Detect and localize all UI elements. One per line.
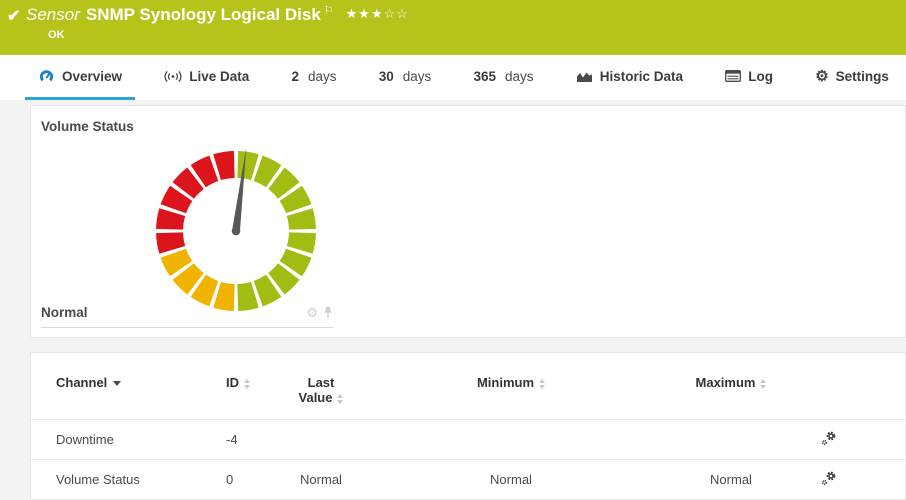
column-header-channel[interactable]: Channel <box>31 353 226 420</box>
priority-stars[interactable]: ★★★☆☆ <box>346 6 409 21</box>
channel-row-volume-status[interactable]: Volume Status 0 Normal Normal Normal <box>31 460 906 500</box>
tab-30-days-number: 30 <box>379 69 394 84</box>
tab-365-days-number: 365 <box>474 69 497 84</box>
sensor-name[interactable]: SNMP Synology Logical Disk <box>86 5 321 24</box>
tab-2-days[interactable]: 2 days <box>278 55 349 100</box>
column-header-last-label: Last <box>276 375 366 390</box>
tab-historic-data[interactable]: Historic Data <box>563 55 696 100</box>
channel-id-cell: -4 <box>226 420 276 460</box>
gear-icon: ⚙ <box>815 69 828 84</box>
sort-desc-caret-icon <box>113 381 121 386</box>
gauge-segment <box>287 208 316 229</box>
log-list-icon <box>725 70 741 82</box>
channel-table-header-row: Channel ID Last Value Minimum Maximum <box>31 353 906 420</box>
gauge-icon <box>38 69 55 84</box>
gauge-segment <box>237 151 258 180</box>
sensor-tabbar: Overview Live Data 2 days 30 days 365 da… <box>0 55 906 100</box>
gauge-needle-hub <box>232 227 241 236</box>
column-header-value-label: Value <box>299 390 333 405</box>
channel-minimum-cell: Normal <box>366 460 656 500</box>
channel-last-value-cell: Normal <box>276 460 366 500</box>
column-header-maximum[interactable]: Maximum <box>656 353 806 420</box>
column-header-minimum-label: Minimum <box>477 375 534 390</box>
sensor-status-header: ✔ Sensor SNMP Synology Logical Disk⚐ ★★★☆☆… <box>0 0 906 55</box>
priority-flag-icon[interactable]: ⚐ <box>324 5 334 17</box>
column-header-channel-label: Channel <box>56 375 107 390</box>
sensor-title-row: Sensor SNMP Synology Logical Disk⚐ ★★★☆☆ <box>26 5 409 25</box>
gauge-segment <box>287 232 316 253</box>
column-header-id-label: ID <box>226 375 239 390</box>
column-header-last-value[interactable]: Last Value <box>276 353 366 420</box>
tab-log[interactable]: Log <box>712 55 786 100</box>
column-header-maximum-label: Maximum <box>696 375 756 390</box>
gauge-footer-divider <box>41 327 333 328</box>
gauge-footer: Normal ⚙ <box>41 305 333 320</box>
pin-icon[interactable] <box>323 306 333 319</box>
gauge-status-label: Normal <box>41 305 88 320</box>
gauge-segment <box>213 151 234 180</box>
gauge-segment <box>156 208 185 229</box>
tab-live-data[interactable]: Live Data <box>151 55 262 100</box>
gauge-panel-title: Volume Status <box>41 119 134 134</box>
tab-settings[interactable]: ⚙ Settings <box>802 55 902 100</box>
tab-365-days[interactable]: 365 days <box>461 55 547 100</box>
tab-2-days-unit: days <box>308 69 337 84</box>
sort-toggle-icon <box>539 379 545 389</box>
channel-table: Channel ID Last Value Minimum Maximum <box>31 353 906 499</box>
tab-historic-data-label: Historic Data <box>600 69 683 84</box>
tab-log-label: Log <box>748 69 773 84</box>
channel-name-cell[interactable]: Volume Status <box>31 460 226 500</box>
channel-maximum-cell <box>656 420 806 460</box>
channel-last-value-cell <box>276 420 366 460</box>
sort-toggle-icon <box>337 394 343 404</box>
area-chart-icon <box>576 70 593 83</box>
channel-maximum-cell: Normal <box>656 460 806 500</box>
volume-status-gauge <box>151 146 321 316</box>
channel-minimum-cell <box>366 420 656 460</box>
gauge-segment <box>156 232 185 253</box>
tab-settings-label: Settings <box>836 69 889 84</box>
tab-live-data-label: Live Data <box>189 69 249 84</box>
sort-toggle-icon <box>244 379 250 389</box>
volume-status-gauge-panel: Volume Status Normal ⚙ <box>30 105 906 338</box>
tab-30-days[interactable]: 30 days <box>366 55 445 100</box>
column-header-id[interactable]: ID <box>226 353 276 420</box>
sort-toggle-icon <box>760 379 766 389</box>
column-header-minimum[interactable]: Minimum <box>366 353 656 420</box>
tab-365-days-unit: days <box>505 69 534 84</box>
live-signal-icon <box>164 70 182 83</box>
sensor-status-text: OK <box>48 29 65 41</box>
channel-settings-gears-icon[interactable] <box>818 429 840 447</box>
channel-name-cell[interactable]: Downtime <box>31 420 226 460</box>
channel-row-downtime[interactable]: Downtime -4 <box>31 420 906 460</box>
channel-table-panel: Channel ID Last Value Minimum Maximum <box>30 352 906 500</box>
gauge-settings-gear-icon[interactable]: ⚙ <box>306 306 318 319</box>
tab-overview[interactable]: Overview <box>25 55 135 100</box>
status-ok-check-icon: ✔ <box>7 6 20 26</box>
tab-overview-label: Overview <box>62 69 122 84</box>
tab-2-days-number: 2 <box>291 69 299 84</box>
sensor-type-label: Sensor <box>26 5 80 24</box>
tab-30-days-unit: days <box>403 69 432 84</box>
channel-settings-gears-icon[interactable] <box>818 469 840 487</box>
channel-id-cell: 0 <box>226 460 276 500</box>
